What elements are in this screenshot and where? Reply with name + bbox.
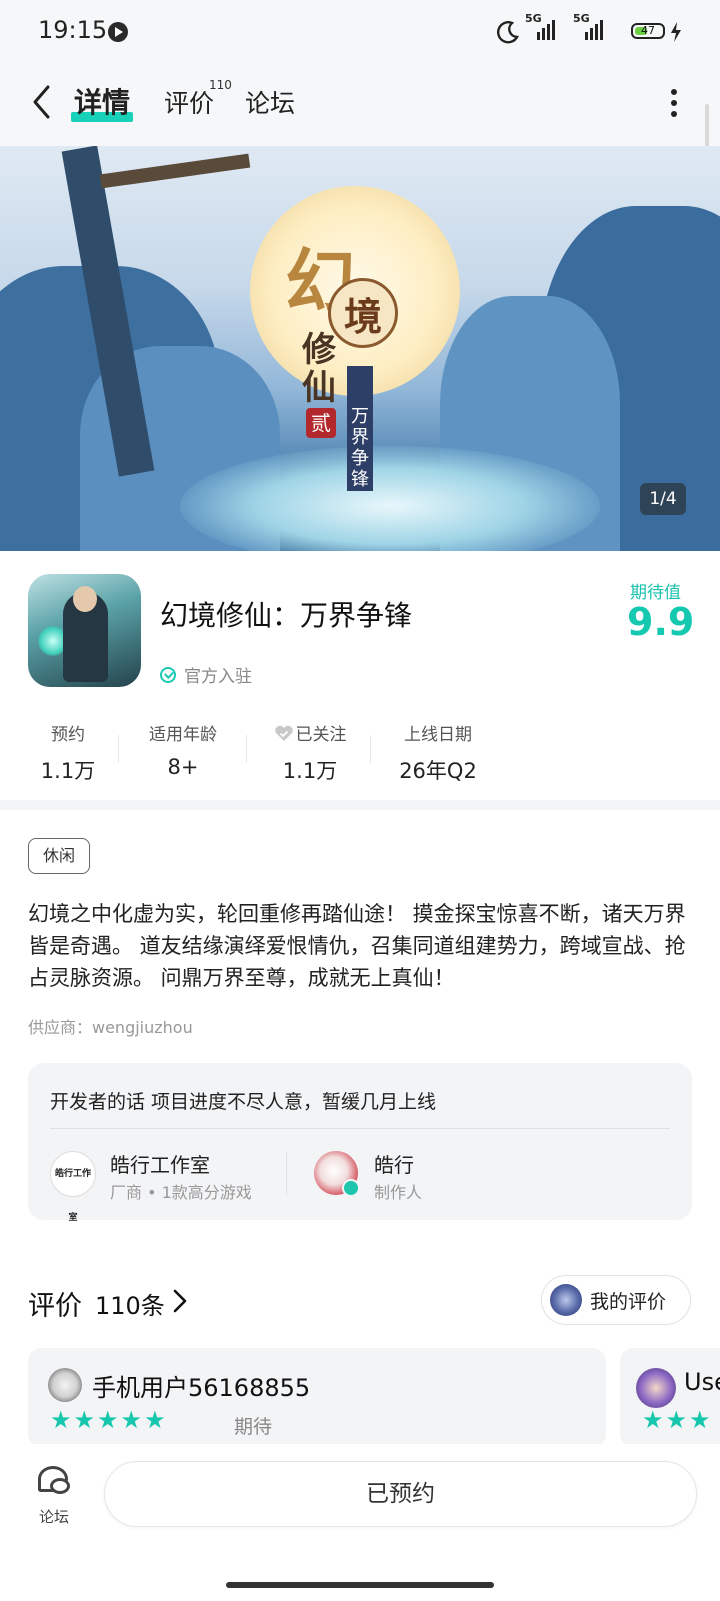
reviewer-name: 手机用户56168855: [92, 1374, 311, 1402]
developer-words: 开发者的话 项目进度不尽人意，暂缓几月上线: [50, 1091, 437, 1113]
verified-badge-icon: [342, 1179, 360, 1197]
heart-check-icon: [274, 725, 293, 741]
review-card[interactable]: 手机用户56168855 ★★★★★ 期待: [28, 1348, 606, 1448]
more-options-icon[interactable]: [670, 88, 678, 118]
stat-followers[interactable]: 已关注 1.1万: [268, 720, 352, 785]
studio-subtitle: 厂商 • 1款高分游戏: [110, 1183, 252, 1202]
stat-reservations: 预约 1.1万: [38, 720, 98, 785]
signal-icon-2: 5G: [573, 12, 603, 40]
stat-label: 上线日期: [404, 725, 472, 745]
chevron-right-icon[interactable]: [172, 1288, 188, 1314]
banner-red-seal: 贰: [306, 408, 336, 438]
reserved-button[interactable]: 已预约: [104, 1461, 697, 1527]
home-indicator[interactable]: [226, 1582, 494, 1588]
banner-title-seal: 境: [328, 278, 398, 348]
app-icon-head: [73, 586, 97, 612]
stat-value: 8+: [167, 755, 199, 779]
signal-2-label: 5G: [573, 12, 590, 25]
banner-gate-beam: [99, 153, 251, 189]
app-title: 幻境修仙：万界争锋: [160, 599, 413, 632]
official-badge: 官方入驻: [160, 662, 252, 687]
developer-divider: [50, 1128, 670, 1129]
forum-icon-bubble: [50, 1478, 70, 1494]
my-review-label: 我的评价: [590, 1291, 667, 1313]
review-card[interactable]: Use ★★★: [620, 1348, 720, 1448]
section-divider: [0, 800, 720, 810]
studio-avatar[interactable]: 皓行工作室: [50, 1151, 96, 1223]
back-arrow-icon[interactable]: [30, 84, 54, 120]
banner-subtitle: 万界争锋: [351, 406, 369, 490]
banner-page-indicator: 1/4: [640, 483, 686, 515]
stat-age-rating: 适用年龄 8+: [140, 720, 226, 779]
app-icon: [28, 574, 141, 687]
followed-label: 已关注: [295, 725, 347, 745]
developer-vdivider: [286, 1151, 287, 1195]
media-play-icon: [108, 22, 128, 42]
tab-details[interactable]: 详情: [74, 81, 130, 121]
game-description: 幻境之中化虚为实，轮回重修再踏仙途！ 摸金探宝惊喜不断，诸天万界皆是奇遇。 道友…: [28, 902, 686, 990]
stat-release-date: 上线日期 26年Q2: [392, 720, 484, 785]
reviews-heading[interactable]: 评价: [28, 1284, 82, 1323]
official-label: 官方入驻: [184, 667, 252, 687]
producer-name[interactable]: 皓行: [374, 1149, 414, 1178]
reviewer-avatar: [636, 1368, 676, 1408]
reviews-count[interactable]: 110条: [95, 1286, 165, 1321]
stat-divider: [370, 735, 371, 763]
review-stars: ★★★★★: [50, 1406, 168, 1434]
tab-reviews[interactable]: 评价: [164, 84, 214, 120]
banner-carousel[interactable]: 幻 境 修仙 贰 万界争锋 1/4: [0, 146, 720, 551]
vendor-info: 供应商：wengjiuzhou: [28, 1018, 193, 1037]
stat-label: 已关注: [268, 720, 352, 745]
moon-icon: [497, 21, 519, 44]
review-tag: 期待: [234, 1416, 273, 1438]
top-nav: 详情 评价 110 论坛: [0, 64, 720, 146]
bottom-action-bar: 论坛 已预约: [0, 1444, 720, 1601]
reviewer-name: Use: [684, 1368, 720, 1396]
review-stars: ★★★: [642, 1406, 713, 1434]
my-review-button[interactable]: 我的评价: [541, 1275, 691, 1325]
stat-value: 1.1万: [40, 759, 96, 783]
stat-value: 1.1万: [282, 759, 338, 783]
genre-tag[interactable]: 休闲: [28, 838, 90, 874]
verified-check-icon: [160, 666, 176, 683]
banner-subtitle-strip: 万界争锋: [347, 366, 373, 491]
charging-icon: [671, 22, 681, 42]
status-time: 19:15: [38, 16, 108, 44]
expectation-score: 9.9: [627, 600, 695, 644]
battery-level: 47: [641, 24, 655, 37]
banner-title-chars: 修仙: [302, 330, 336, 408]
stat-value: 26年Q2: [399, 759, 477, 783]
stat-divider: [246, 735, 247, 763]
tab-forum[interactable]: 论坛: [245, 84, 295, 120]
developer-card: 开发者的话 项目进度不尽人意，暂缓几月上线 皓行工作室 皓行工作室 厂商 • 1…: [28, 1063, 692, 1223]
forum-label[interactable]: 论坛: [39, 1506, 69, 1527]
stat-divider: [118, 735, 119, 763]
stat-label: 适用年龄: [149, 725, 217, 745]
studio-name[interactable]: 皓行工作室: [110, 1149, 210, 1178]
my-avatar: [550, 1284, 582, 1316]
stat-label: 预约: [51, 725, 85, 745]
reviewer-avatar: [48, 1368, 82, 1402]
producer-role: 制作人: [374, 1183, 423, 1202]
battery-icon: 47: [631, 23, 665, 39]
signal-1-label: 5G: [525, 12, 542, 25]
reviews-count-badge: 110: [209, 78, 232, 92]
status-bar: 19:15 5G 5G 47: [0, 0, 720, 64]
producer-avatar[interactable]: [314, 1151, 360, 1197]
signal-icon-1: 5G: [525, 12, 555, 40]
